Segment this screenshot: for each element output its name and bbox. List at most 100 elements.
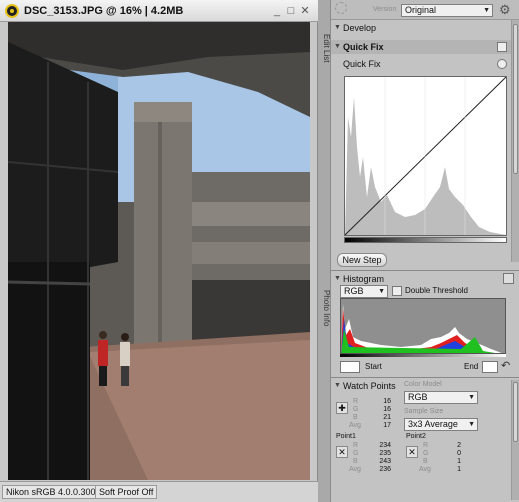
- edit-list-tab[interactable]: Edit List: [318, 18, 331, 78]
- capture-nx-app-icon: [5, 4, 19, 18]
- new-step-button[interactable]: New Step: [337, 253, 387, 267]
- sample-size-label: Sample Size: [404, 408, 444, 415]
- avg-value: 236: [379, 466, 391, 473]
- double-threshold-label: Double Threshold: [405, 286, 469, 295]
- g-value: 16: [383, 406, 391, 413]
- chevron-down-icon: ▼: [468, 421, 475, 428]
- develop-label: Develop: [343, 23, 377, 33]
- edit-list-panel: Version Original ▼ ⚙ ▼ Develop ▼ Quick F…: [331, 0, 519, 502]
- version-bar: Version Original ▼ ⚙: [331, 0, 519, 20]
- watch-scroll-thumb[interactable]: [513, 382, 518, 442]
- sample-size-value: 3x3 Average: [408, 419, 458, 429]
- color-model-select[interactable]: RGB ▼: [404, 391, 478, 404]
- photo-canvas[interactable]: [8, 22, 310, 480]
- soft-proof-toggle[interactable]: Soft Proof Off: [95, 485, 158, 499]
- version-label: Version: [373, 6, 397, 13]
- r-key: R: [353, 442, 359, 449]
- levels-curve-editor[interactable]: [344, 76, 507, 236]
- point2-values: R 2 G 0 B 1 Avg 1: [419, 442, 469, 474]
- sample-size-select[interactable]: 3x3 Average ▼: [404, 418, 478, 431]
- gear-icon[interactable]: ⚙: [499, 2, 511, 18]
- watch-scrollbar[interactable]: [511, 380, 519, 500]
- expand-triangle-icon: ▼: [334, 43, 341, 50]
- g-key: G: [423, 450, 429, 457]
- watch-main-values: R 16 G 16 B 21 Avg 17: [349, 398, 399, 430]
- delete-point2-icon[interactable]: ✕: [406, 446, 418, 458]
- point1-label: Point1: [336, 433, 356, 440]
- divider: [331, 377, 519, 378]
- watch-points-label: Watch Points: [343, 381, 396, 391]
- add-watch-point-icon[interactable]: ✚: [336, 402, 348, 414]
- start-input[interactable]: [340, 361, 360, 373]
- avg-key: Avg: [349, 466, 361, 473]
- histogram-channel-select[interactable]: RGB ▼: [340, 285, 388, 298]
- g-value: 235: [379, 450, 391, 457]
- b-key: B: [353, 458, 358, 465]
- r-value: 16: [383, 398, 391, 405]
- histogram-gradient: [340, 354, 506, 357]
- histogram-graph: [340, 298, 506, 354]
- avg-value: 17: [383, 422, 391, 429]
- end-input[interactable]: [482, 361, 498, 373]
- reset-histogram-icon[interactable]: ↶: [501, 359, 510, 372]
- color-model-label: Color Model: [404, 381, 442, 388]
- tone-gradient-bar[interactable]: [344, 237, 507, 243]
- histogram-channel-value: RGB: [344, 286, 364, 296]
- maximize-button[interactable]: □: [285, 5, 297, 17]
- develop-section-header[interactable]: ▼ Develop: [331, 21, 513, 35]
- g-value: 0: [457, 450, 461, 457]
- document-title: DSC_3153.JPG @ 16% | 4.2MB: [24, 5, 184, 17]
- b-key: B: [353, 414, 358, 421]
- b-value: 21: [383, 414, 391, 421]
- chevron-down-icon: ▼: [378, 288, 385, 295]
- avg-key: Avg: [349, 422, 361, 429]
- quickfix-reset-icon[interactable]: [497, 59, 507, 69]
- double-threshold-checkbox[interactable]: [392, 286, 402, 296]
- avg-key: Avg: [419, 466, 431, 473]
- expand-triangle-icon: ▼: [334, 24, 341, 31]
- image-window: DSC_3153.JPG @ 16% | 4.2MB _ □ ✕ Nikon s…: [0, 0, 318, 502]
- quickfix-sub-label: Quick Fix: [343, 59, 381, 69]
- avg-value: 1: [457, 466, 461, 473]
- chevron-down-icon: ▼: [483, 7, 490, 14]
- pin-icon[interactable]: [503, 273, 514, 284]
- curve-graph: [344, 76, 507, 236]
- r-key: R: [423, 442, 429, 449]
- histogram-section-header[interactable]: ▼ Histogram: [331, 272, 513, 286]
- point1-values: R 234 G 235 B 243 Avg 236: [349, 442, 399, 474]
- close-button[interactable]: ✕: [299, 5, 311, 17]
- quickfix-header-label: Quick Fix: [343, 42, 384, 52]
- chevron-down-icon: ▼: [468, 394, 475, 401]
- divider: [331, 270, 519, 271]
- develop-scrollbar[interactable]: [511, 20, 519, 262]
- photo-info-tab[interactable]: Photo Info: [318, 278, 331, 338]
- palette-tab-strip: Edit List Photo Info: [318, 0, 331, 502]
- expand-triangle-icon: ▼: [334, 382, 341, 389]
- color-model-value: RGB: [408, 392, 428, 402]
- version-select-value: Original: [405, 5, 437, 15]
- g-key: G: [353, 406, 359, 413]
- minimize-button[interactable]: _: [271, 5, 283, 17]
- end-label: End: [464, 362, 479, 371]
- photo-image: [8, 22, 310, 480]
- develop-scroll-thumb[interactable]: [513, 24, 518, 174]
- delete-point1-icon[interactable]: ✕: [336, 446, 348, 458]
- point2-label: Point2: [406, 433, 426, 440]
- image-window-titlebar[interactable]: DSC_3153.JPG @ 16% | 4.2MB _ □ ✕: [0, 0, 318, 22]
- histogram-label: Histogram: [343, 274, 385, 284]
- r-value: 2: [457, 442, 461, 449]
- version-select[interactable]: Original ▼: [401, 4, 493, 17]
- color-profile-label[interactable]: Nikon sRGB 4.0.0.3002: [2, 485, 105, 499]
- start-label: Start: [365, 362, 382, 371]
- b-key: B: [423, 458, 428, 465]
- image-statusbar: Nikon sRGB 4.0.0.3002 Soft Proof Off: [0, 481, 318, 502]
- quickfix-enable-checkbox[interactable]: [497, 42, 507, 52]
- g-key: G: [353, 450, 359, 457]
- r-value: 234: [379, 442, 391, 449]
- quickfix-section-header[interactable]: ▼ Quick Fix: [331, 40, 513, 54]
- r-key: R: [353, 398, 359, 405]
- b-value: 1: [457, 458, 461, 465]
- step-icon: [335, 2, 347, 14]
- histogram-svg: [341, 304, 502, 353]
- b-value: 243: [379, 458, 391, 465]
